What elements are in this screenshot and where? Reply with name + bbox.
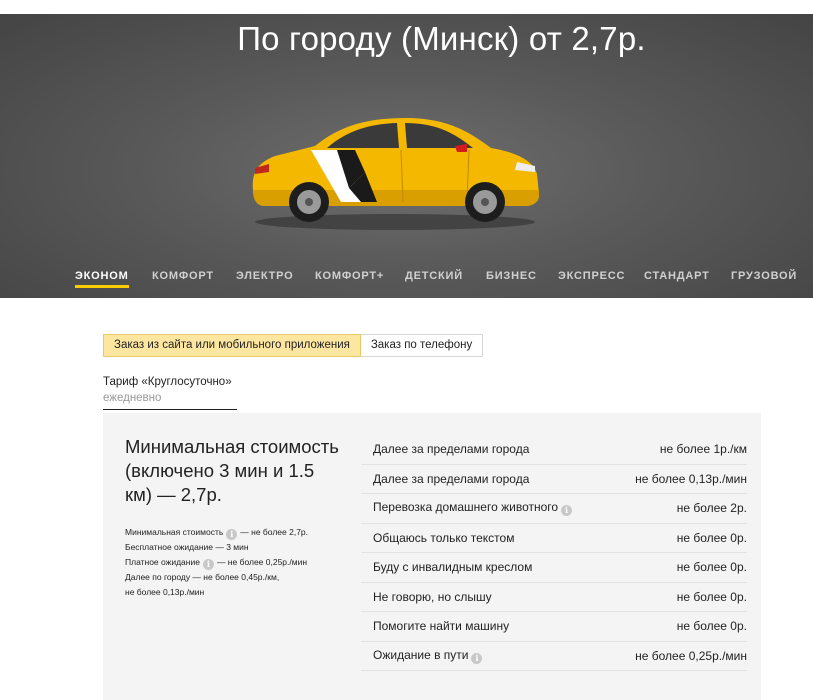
price-row: Общаюсь только текстом не более 0р. (361, 524, 747, 553)
price-rows: Далее за пределами города не более 1р./к… (361, 435, 747, 671)
tariff-schedule: ежедневно (103, 392, 162, 404)
tab-ekonom[interactable]: Эконом (75, 270, 129, 288)
info-icon[interactable]: i (226, 529, 238, 540)
info-icon[interactable]: i (471, 652, 483, 664)
summary-panel: Минимальная стоимость (включено 3 мин и … (125, 435, 345, 600)
tab-komfort[interactable]: Комфорт (152, 270, 214, 282)
detail-line: Бесплатное ожидание — 3 мин (125, 542, 249, 552)
tab-komfort-plus[interactable]: Комфорт+ (315, 270, 384, 282)
detail-line: Минимальная стоимость i — не более 2,7р. (125, 527, 309, 540)
tariff-selector[interactable]: Тариф «Круглосуточно» ежедневно (103, 376, 237, 410)
info-icon[interactable]: i (561, 505, 573, 517)
price-row: Перевозка домашнего животного i не более … (361, 494, 747, 524)
price-row: Далее за пределами города не более 0,13р… (361, 465, 747, 494)
detail-line: Платное ожидание i — не более 0,25р./мин (125, 557, 308, 570)
price-row: Помогите найти машину не более 0р. (361, 612, 747, 642)
price-row: Не говорю, но слышу не более 0р. (361, 583, 747, 612)
price-row: Ожидание в пути i не более 0,25р./мин (361, 642, 747, 671)
hero-title: По городу (Минск) от 2,7р. (237, 20, 646, 57)
tariff-name: Тариф «Круглосуточно» (103, 376, 232, 388)
price-card: Минимальная стоимость (включено 3 мин и … (103, 413, 761, 700)
taxi-car-image (252, 118, 539, 230)
tab-detskiy[interactable]: Детский (405, 270, 463, 282)
price-row: Далее за пределами города не более 1р./к… (361, 435, 747, 465)
order-type-app-button[interactable]: Заказ из сайта или мобильного приложения (103, 334, 361, 357)
hero-banner: По городу (Минск) от 2,7р. Эконом Комфор… (0, 14, 813, 298)
order-type-toggle: Заказ из сайта или мобильного приложения… (103, 334, 484, 357)
tab-biznes[interactable]: Бизнес (486, 270, 537, 282)
order-type-phone-button[interactable]: Заказ по телефону (360, 334, 484, 357)
price-row: Буду с инвалидным креслом не более 0р. (361, 553, 747, 583)
info-icon[interactable]: i (202, 559, 214, 570)
detail-line: Далее по городу — не более 0,45р./км, (125, 572, 280, 582)
tab-ekspress[interactable]: Экспресс (558, 270, 625, 282)
tab-gruzovoy[interactable]: Грузовой (731, 270, 797, 282)
tab-elektro[interactable]: Электро (236, 270, 294, 282)
tariff-tabs: Эконом Комфорт Электро Комфорт+ Детский … (0, 270, 813, 298)
tab-standart[interactable]: Стандарт (644, 270, 710, 282)
summary-details: Минимальная стоимость i — не более 2,7р. Б… (125, 525, 345, 600)
minimum-price-title: Минимальная стоимость (включено 3 мин и … (125, 436, 339, 505)
detail-line: не более 0,13р./мин (125, 587, 205, 597)
